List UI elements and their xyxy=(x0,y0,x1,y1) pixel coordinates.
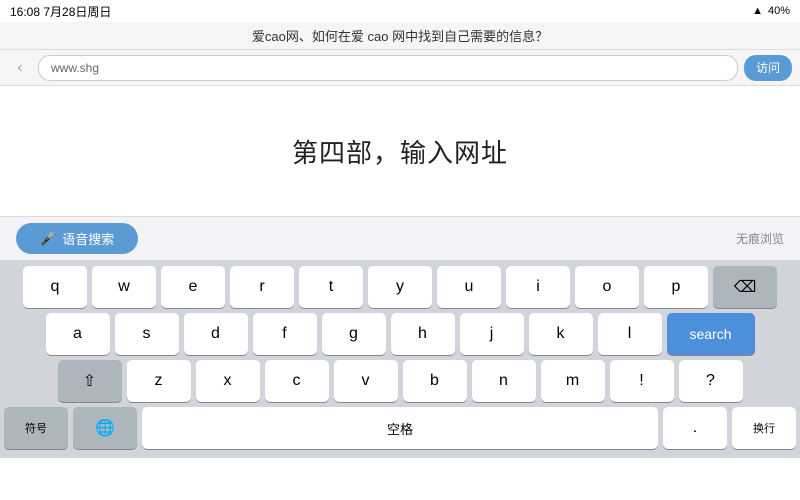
status-time: 16:08 7月28日周日 xyxy=(10,3,111,20)
backspace-key[interactable]: ⌫ xyxy=(713,266,777,308)
title-bar: 爱cao网、如何在爱 cao 网中找到自己需要的信息？ xyxy=(0,22,800,50)
key-f[interactable]: f xyxy=(253,313,317,355)
key-return[interactable]: 换行 xyxy=(732,407,796,449)
url-input[interactable] xyxy=(38,55,738,81)
mic-icon: 🎤 xyxy=(40,231,56,247)
key-c[interactable]: c xyxy=(265,360,329,402)
back-icon: ‹ xyxy=(17,59,22,77)
key-dot[interactable]: ! xyxy=(610,360,674,402)
key-d[interactable]: d xyxy=(184,313,248,355)
content-area: 第四部，输入网址 xyxy=(0,86,800,216)
key-e[interactable]: e xyxy=(161,266,225,308)
key-t[interactable]: t xyxy=(299,266,363,308)
back-button[interactable]: ‹ xyxy=(8,56,32,80)
battery-label: 40% xyxy=(768,5,790,17)
voice-search-label: 语音搜索 xyxy=(62,229,114,248)
voice-search-button[interactable]: 🎤 语音搜索 xyxy=(16,223,138,254)
status-bar: 16:08 7月28日周日 ▲ 40% xyxy=(0,0,800,22)
key-k[interactable]: k xyxy=(529,313,593,355)
key-i[interactable]: i xyxy=(506,266,570,308)
key-z[interactable]: z xyxy=(127,360,191,402)
key-period[interactable]: . xyxy=(663,407,727,449)
sym-key[interactable]: 符号 xyxy=(4,407,68,449)
keyboard: q w e r t y u i o p ⌫ a s d f g h j k l … xyxy=(0,260,800,458)
key-x[interactable]: x xyxy=(196,360,260,402)
key-u[interactable]: u xyxy=(437,266,501,308)
space-key[interactable]: 空格 xyxy=(142,407,658,449)
key-l[interactable]: l xyxy=(598,313,662,355)
key-g[interactable]: g xyxy=(322,313,386,355)
suggestion-bar: 🎤 语音搜索 无痕浏览 xyxy=(0,216,800,260)
key-r[interactable]: r xyxy=(230,266,294,308)
key-a[interactable]: a xyxy=(46,313,110,355)
page-title: 爱cao网、如何在爱 cao 网中找到自己需要的信息？ xyxy=(252,29,548,44)
visit-button[interactable]: 访问 xyxy=(744,55,792,81)
key-b[interactable]: b xyxy=(403,360,467,402)
key-question[interactable]: ? xyxy=(679,360,743,402)
key-m[interactable]: m xyxy=(541,360,605,402)
incognito-label: 无痕浏览 xyxy=(736,230,784,247)
key-j[interactable]: j xyxy=(460,313,524,355)
keyboard-row-3: ⇧ z x c v b n m ! ? xyxy=(4,360,796,402)
key-h[interactable]: h xyxy=(391,313,455,355)
globe-key[interactable]: 🌐 xyxy=(73,407,137,449)
key-p[interactable]: p xyxy=(644,266,708,308)
keyboard-row-2: a s d f g h j k l search xyxy=(4,313,796,355)
browser-bar: ‹ 访问 xyxy=(0,50,800,86)
key-o[interactable]: o xyxy=(575,266,639,308)
key-v[interactable]: v xyxy=(334,360,398,402)
key-w[interactable]: w xyxy=(92,266,156,308)
main-title: 第四部，输入网址 xyxy=(292,133,508,170)
status-right: ▲ 40% xyxy=(752,5,790,17)
search-key[interactable]: search xyxy=(667,313,755,355)
shift-key[interactable]: ⇧ xyxy=(58,360,122,402)
key-y[interactable]: y xyxy=(368,266,432,308)
keyboard-row-1: q w e r t y u i o p ⌫ xyxy=(4,266,796,308)
key-n[interactable]: n xyxy=(472,360,536,402)
key-s[interactable]: s xyxy=(115,313,179,355)
key-q[interactable]: q xyxy=(23,266,87,308)
keyboard-row-4: 符号 🌐 空格 . 换行 xyxy=(4,407,796,449)
signal-icon: ▲ xyxy=(752,5,763,17)
